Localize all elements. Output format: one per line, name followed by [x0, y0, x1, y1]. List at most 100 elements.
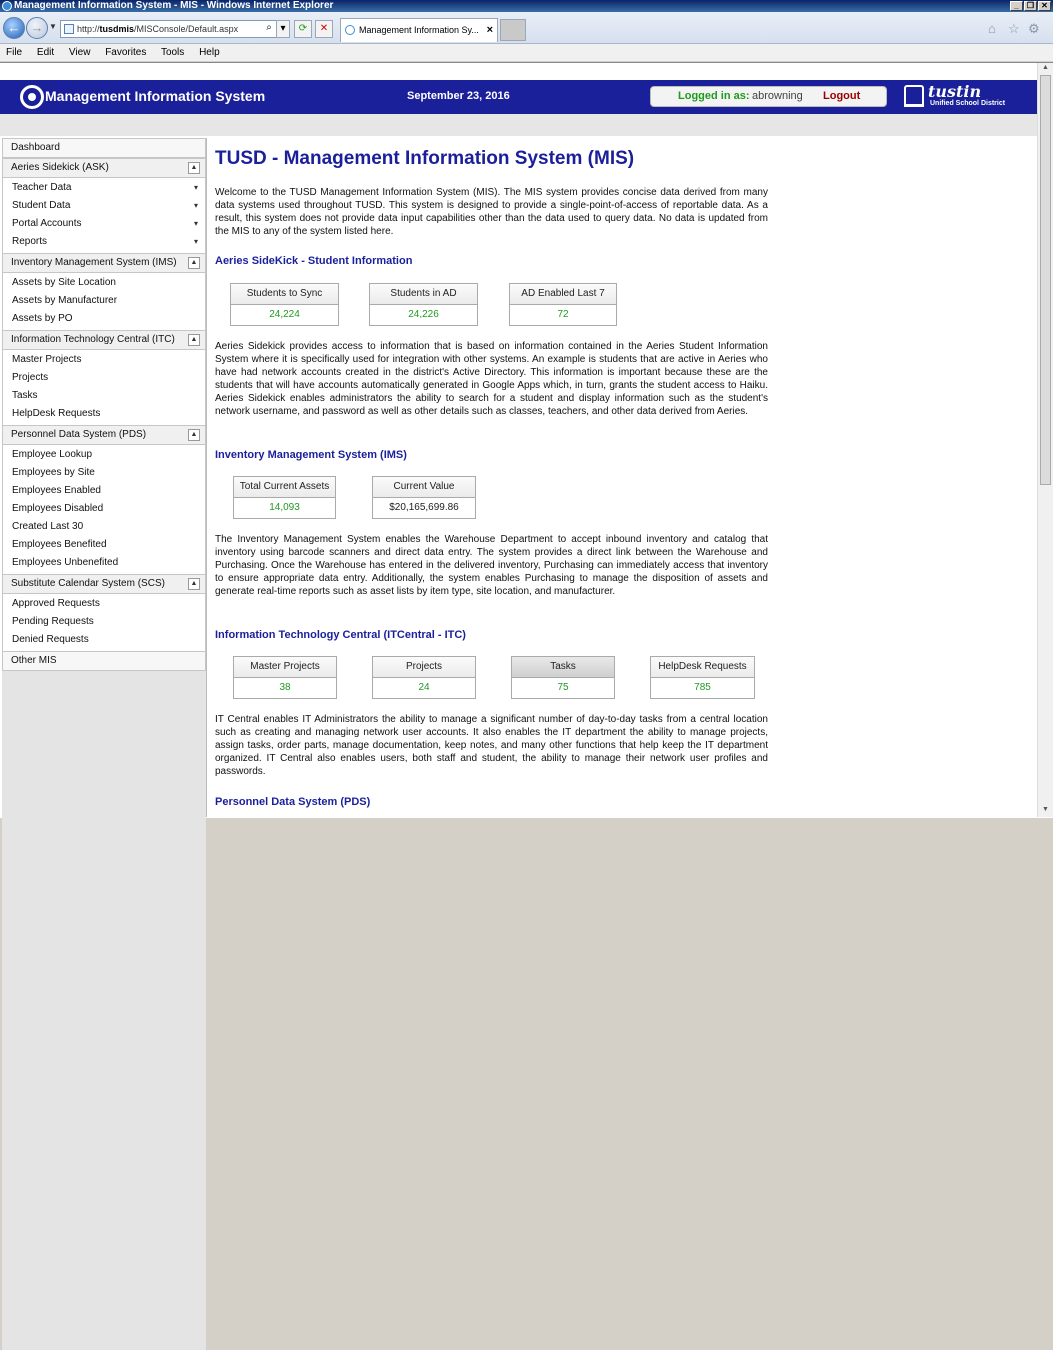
- header-date: September 23, 2016: [407, 90, 510, 102]
- sidebar-item-projects[interactable]: Projects: [3, 369, 205, 387]
- app-header: Management Information System September …: [0, 80, 1037, 114]
- sidebar-item-assets-by-po[interactable]: Assets by PO: [3, 310, 205, 328]
- collapse-icon[interactable]: ▲: [188, 162, 200, 174]
- sidebar-item-helpdesk-requests[interactable]: HelpDesk Requests: [3, 405, 205, 423]
- stat-students-in-ad[interactable]: Students in AD 24,226: [369, 283, 478, 326]
- stat-students-to-sync[interactable]: Students to Sync 24,224: [230, 283, 339, 326]
- forward-button[interactable]: →: [26, 17, 48, 39]
- stat-master-projects[interactable]: Master Projects 38: [233, 656, 337, 699]
- stat-label: Total Current Assets: [234, 477, 335, 498]
- stat-ad-enabled-last-7[interactable]: AD Enabled Last 7 72: [509, 283, 617, 326]
- sidebar-item-portal-accounts[interactable]: Portal Accounts ▾: [3, 215, 205, 233]
- stat-value: 785: [694, 682, 711, 693]
- sidebar-item-label: Other MIS: [11, 655, 57, 666]
- window-titlebar: Management Information System - MIS - Wi…: [0, 0, 1053, 12]
- district-name: tustin: [928, 82, 982, 101]
- stat-total-current-assets[interactable]: Total Current Assets 14,093: [233, 476, 336, 519]
- sidebar-item-created-last-30[interactable]: Created Last 30: [3, 518, 205, 536]
- sidebar-item-approved-requests[interactable]: Approved Requests: [3, 595, 205, 613]
- sidebar-nav: Dashboard Aeries Sidekick (ASK) ▲ Teache…: [2, 138, 207, 1350]
- sidebar-item-master-projects[interactable]: Master Projects: [3, 351, 205, 369]
- sidebar-item-employees-benefited[interactable]: Employees Benefited: [3, 536, 205, 554]
- sidebar-section-pds[interactable]: Personnel Data System (PDS) ▲: [2, 425, 206, 445]
- back-button[interactable]: ←: [3, 17, 25, 39]
- ask-heading: Aeries SideKick - Student Information: [215, 255, 413, 267]
- tab-close-icon[interactable]: ×: [487, 19, 493, 41]
- ie-logo-icon: [2, 1, 12, 11]
- collapse-icon[interactable]: ▲: [188, 334, 200, 346]
- browser-tab[interactable]: Management Information Sy... ×: [340, 18, 498, 42]
- sidebar-section-ask[interactable]: Aeries Sidekick (ASK) ▲: [2, 158, 206, 178]
- restore-button[interactable]: ❐: [1024, 1, 1037, 11]
- sidebar-item-employees-unbenefited[interactable]: Employees Unbenefited: [3, 554, 205, 572]
- stop-icon[interactable]: ✕: [315, 20, 333, 38]
- tab-ie-icon: [345, 25, 355, 35]
- scroll-up-icon[interactable]: ▲: [1040, 64, 1051, 74]
- url-path: /MISConsole/Default.aspx: [134, 24, 239, 34]
- sidebar-section-itc[interactable]: Information Technology Central (ITC) ▲: [2, 330, 206, 350]
- new-tab-button[interactable]: [500, 19, 526, 41]
- history-dropdown-icon[interactable]: ▼: [49, 22, 57, 31]
- menu-edit[interactable]: Edit: [37, 47, 54, 58]
- sidebar-item-employees-by-site[interactable]: Employees by Site: [3, 464, 205, 482]
- tab-title: Management Information Sy...: [359, 25, 479, 35]
- stat-projects[interactable]: Projects 24: [372, 656, 476, 699]
- stat-tasks[interactable]: Tasks 75: [511, 656, 615, 699]
- sidebar-item-employees-disabled[interactable]: Employees Disabled: [3, 500, 205, 518]
- menu-favorites[interactable]: Favorites: [105, 47, 146, 58]
- home-icon[interactable]: ⌂: [988, 21, 996, 36]
- favorites-star-icon[interactable]: ☆: [1008, 21, 1020, 37]
- collapse-icon[interactable]: ▲: [188, 429, 200, 441]
- minimize-button[interactable]: _: [1010, 1, 1023, 11]
- chevron-down-icon: ▾: [193, 237, 198, 246]
- sidebar-item-assets-by-manufacturer[interactable]: Assets by Manufacturer: [3, 292, 205, 310]
- vertical-scrollbar[interactable]: ▲ ▼: [1037, 63, 1053, 817]
- stat-value: 14,093: [269, 502, 300, 513]
- gear-icon[interactable]: ⚙: [1028, 21, 1040, 37]
- header-divider-strip: [0, 114, 1037, 136]
- sidebar-item-student-data[interactable]: Student Data ▾: [3, 197, 205, 215]
- chevron-down-icon: ▾: [193, 201, 198, 210]
- sidebar-item-tasks[interactable]: Tasks: [3, 387, 205, 405]
- stat-label: Current Value: [373, 477, 475, 498]
- sidebar-item-dashboard[interactable]: Dashboard: [2, 138, 206, 158]
- scroll-down-icon[interactable]: ▼: [1040, 806, 1051, 816]
- page-viewport: Management Information System September …: [0, 62, 1053, 1350]
- refresh-icon[interactable]: ⟳: [294, 20, 312, 38]
- sidebar-item-employee-lookup[interactable]: Employee Lookup: [3, 446, 205, 464]
- sidebar-item-pending-requests[interactable]: Pending Requests: [3, 613, 205, 631]
- scrollbar-thumb[interactable]: [1040, 75, 1051, 485]
- stat-helpdesk-requests[interactable]: HelpDesk Requests 785: [650, 656, 755, 699]
- stat-current-value[interactable]: Current Value $20,165,699.86: [372, 476, 476, 519]
- sidebar-item-denied-requests[interactable]: Denied Requests: [3, 631, 205, 649]
- sidebar-item-label: Employee Lookup: [12, 449, 93, 460]
- menu-help[interactable]: Help: [199, 47, 220, 58]
- sidebar-item-label: Assets by Manufacturer: [12, 295, 118, 306]
- sidebar-item-other-mis[interactable]: Other MIS: [2, 651, 206, 671]
- itc-paragraph: IT Central enables IT Administrators the…: [215, 714, 768, 777]
- logout-link[interactable]: Logout: [823, 87, 860, 106]
- sidebar-section-scs[interactable]: Substitute Calendar System (SCS) ▲: [2, 574, 206, 594]
- logged-in-label: Logged in as:: [678, 90, 750, 102]
- menu-file[interactable]: File: [6, 47, 22, 58]
- sidebar-section-ims[interactable]: Inventory Management System (IMS) ▲: [2, 253, 206, 273]
- collapse-icon[interactable]: ▲: [188, 578, 200, 590]
- sidebar-section-label: Aeries Sidekick (ASK): [11, 162, 109, 173]
- menu-tools[interactable]: Tools: [161, 47, 184, 58]
- sidebar-item-reports[interactable]: Reports ▾: [3, 233, 205, 251]
- sidebar-section-label: Personnel Data System (PDS): [11, 429, 147, 440]
- stat-label: Tasks: [512, 657, 614, 678]
- collapse-icon[interactable]: ▲: [188, 257, 200, 269]
- address-dropdown-icon[interactable]: ▾: [276, 20, 290, 38]
- sidebar-item-label: Projects: [12, 372, 49, 383]
- sidebar-item-teacher-data[interactable]: Teacher Data ▾: [3, 179, 205, 197]
- bell-tower-icon: [904, 85, 924, 107]
- sidebar-item-label: Assets by Site Location: [12, 277, 116, 288]
- sidebar-item-assets-by-site[interactable]: Assets by Site Location: [3, 274, 205, 292]
- address-bar[interactable]: http://tusdmis/MISConsole/Default.aspx: [60, 20, 290, 38]
- sidebar-item-employees-enabled[interactable]: Employees Enabled: [3, 482, 205, 500]
- menu-view[interactable]: View: [69, 47, 91, 58]
- close-window-button[interactable]: ✕: [1038, 1, 1051, 11]
- search-icon[interactable]: ⌕: [262, 20, 276, 38]
- district-sub: Unified School District: [930, 100, 1006, 107]
